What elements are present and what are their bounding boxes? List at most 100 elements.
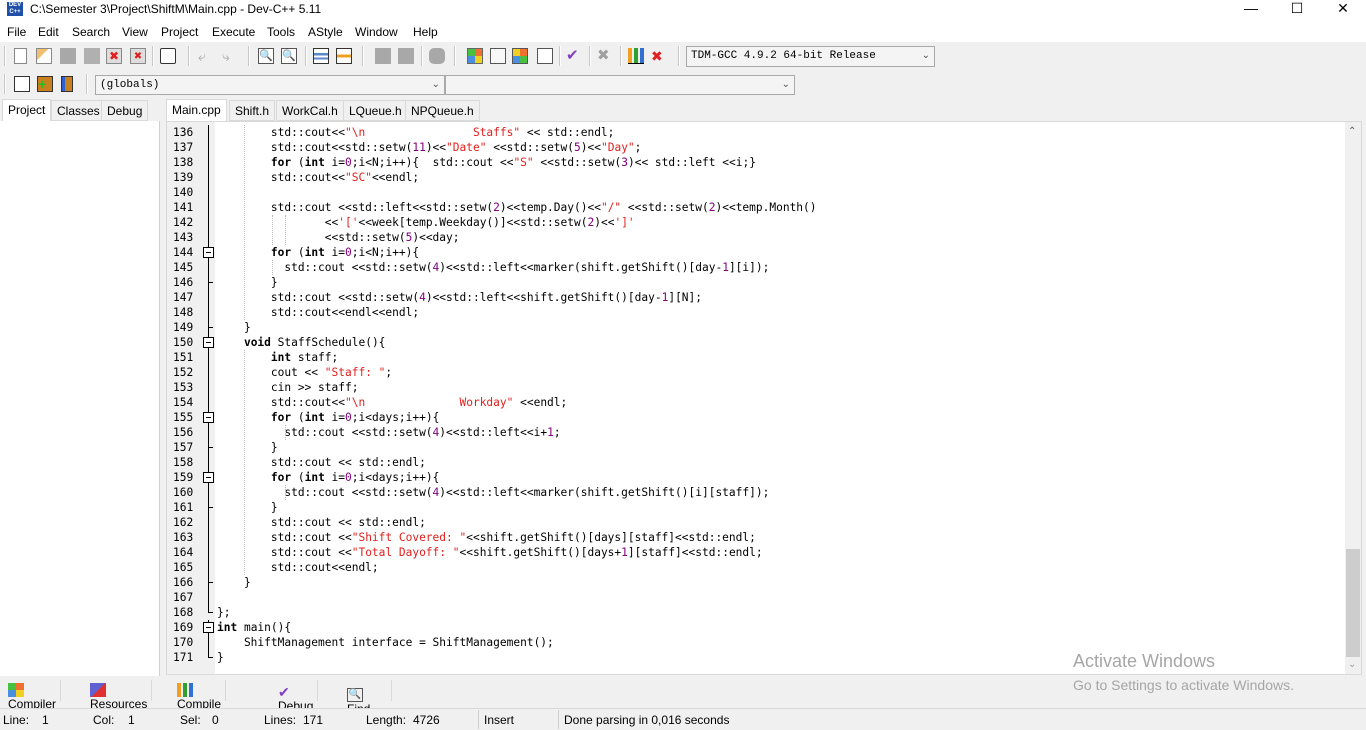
run-icon[interactable] — [490, 48, 506, 64]
scroll-down-icon[interactable]: ⌄ — [1348, 659, 1356, 670]
code-line[interactable]: 164 std::cout <<"Total Dayoff: "<<shift.… — [173, 545, 763, 560]
code-line[interactable]: 148 std::cout<<endl<<endl; — [173, 305, 419, 320]
menu-search[interactable]: Search — [72, 25, 110, 39]
goto-bookmark-icon[interactable] — [398, 48, 414, 64]
abort-icon[interactable]: ✖ — [597, 48, 613, 64]
tab-debug-output[interactable]: ✔Debug — [274, 680, 319, 713]
code-line[interactable]: 169 int main(){ — [173, 620, 291, 635]
undo-icon[interactable]: ⤶ — [198, 48, 214, 64]
menu-edit[interactable]: Edit — [38, 25, 59, 39]
maximize-button[interactable]: ☐ — [1274, 0, 1320, 20]
menu-help[interactable]: Help — [413, 25, 438, 39]
scrollbar-thumb[interactable] — [1346, 549, 1360, 657]
profile-icon[interactable] — [628, 48, 644, 64]
menu-astyle[interactable]: AStyle — [308, 25, 343, 39]
code-line[interactable]: 149 } — [173, 320, 251, 335]
code-line[interactable]: 142 <<'['<<week[temp.Weekday()]<<std::se… — [173, 215, 635, 230]
toggle-bookmark-icon[interactable] — [375, 48, 391, 64]
tab-main-cpp[interactable]: Main.cpp — [166, 99, 227, 122]
menu-project[interactable]: Project — [161, 25, 198, 39]
code-line[interactable]: 159 for (int i=0;i<days;i++){ — [173, 470, 439, 485]
code-editor[interactable]: 136 std::cout<<"\n Staffs" << std::endl;… — [166, 121, 1362, 675]
code-line[interactable]: 141 std::cout <<std::left<<std::setw(2)<… — [173, 200, 817, 215]
code-line[interactable]: 156 std::cout <<std::setw(4)<<std::left<… — [173, 425, 561, 440]
code-line[interactable]: 150 void StaffSchedule(){ — [173, 335, 386, 350]
compiler-select[interactable]: TDM-GCC 4.9.2 64-bit Release ⌄ — [686, 46, 935, 67]
code-line[interactable]: 153 cin >> staff; — [173, 380, 358, 395]
close-button[interactable]: ✕ — [1320, 0, 1366, 20]
tab-project[interactable]: Project — [2, 99, 52, 122]
fold-collapse-icon[interactable] — [203, 472, 214, 483]
member-select[interactable]: ⌄ — [445, 75, 795, 95]
find-icon[interactable]: 🔍 — [258, 48, 274, 64]
code-line[interactable]: 160 std::cout <<std::setw(4)<<std::left<… — [173, 485, 769, 500]
menu-tools[interactable]: Tools — [267, 25, 295, 39]
code-line[interactable]: 170 ShiftManagement interface = ShiftMan… — [173, 635, 554, 650]
code-line[interactable]: 161 } — [173, 500, 278, 515]
tab-workcal-h[interactable]: WorkCal.h — [276, 100, 344, 121]
code-text: void StaffSchedule(){ — [243, 336, 386, 349]
code-line[interactable]: 158 std::cout << std::endl; — [173, 455, 426, 470]
fold-collapse-icon[interactable] — [203, 622, 214, 633]
code-line[interactable]: 136 std::cout<<"\n Staffs" << std::endl; — [173, 125, 614, 140]
tab-find-results[interactable]: 🔍Find Results — [343, 680, 393, 730]
code-line[interactable]: 166 } — [173, 575, 251, 590]
save-all-icon[interactable] — [84, 48, 100, 64]
compile-icon[interactable] — [467, 48, 483, 64]
unindent-icon[interactable] — [336, 48, 352, 64]
print-icon[interactable] — [160, 48, 176, 64]
code-line[interactable]: 138 for (int i=0;i<N;i++){ std::cout <<"… — [173, 155, 756, 170]
code-line[interactable]: 147 std::cout <<std::setw(4)<<std::left<… — [173, 290, 702, 305]
tab-resources[interactable]: Resources — [86, 680, 153, 711]
tab-compiler[interactable]: Compiler — [4, 680, 62, 711]
code-line[interactable]: 168}; — [173, 605, 230, 620]
fold-collapse-icon[interactable] — [203, 412, 214, 423]
code-line[interactable]: 162 std::cout << std::endl; — [173, 515, 426, 530]
new-class-icon[interactable] — [14, 76, 30, 92]
tab-debug[interactable]: Debug — [101, 100, 149, 121]
code-line[interactable]: 146 } — [173, 275, 278, 290]
code-line[interactable]: 171} — [173, 650, 224, 665]
code-line[interactable]: 145 std::cout <<std::setw(4)<<std::left<… — [173, 260, 769, 275]
rebuild-all-icon[interactable] — [537, 48, 553, 64]
code-line[interactable]: 154 std::cout<<"\n Workday" <<endl; — [173, 395, 567, 410]
menu-view[interactable]: View — [122, 25, 148, 39]
code-line[interactable]: 151 int staff; — [173, 350, 338, 365]
indent-icon[interactable] — [313, 48, 329, 64]
code-line[interactable]: 143 <<std::setw(5)<<day; — [173, 230, 460, 245]
scope-select[interactable]: (globals) ⌄ — [95, 75, 445, 95]
delete-profile-icon[interactable]: ✖ — [651, 48, 667, 64]
tab-compile-log[interactable]: Compile Log — [173, 680, 227, 725]
add-to-project-icon[interactable]: + — [37, 76, 53, 92]
syntax-check-icon[interactable]: ✔ — [566, 48, 582, 64]
tab-shift-h[interactable]: Shift.h — [229, 100, 276, 121]
code-line[interactable]: 165 std::cout<<endl; — [173, 560, 379, 575]
code-line[interactable]: 144 for (int i=0;i<N;i++){ — [173, 245, 419, 260]
menu-file[interactable]: File — [7, 25, 26, 39]
redo-icon[interactable]: ⤷ — [222, 48, 238, 64]
tab-classes[interactable]: Classes — [51, 100, 106, 121]
new-file-icon[interactable] — [14, 48, 27, 64]
tab-lqueue-h[interactable]: LQueue.h — [343, 100, 408, 121]
open-file-icon[interactable] — [36, 48, 52, 64]
menu-window[interactable]: Window — [355, 25, 398, 39]
menu-execute[interactable]: Execute — [212, 25, 255, 39]
fold-collapse-icon[interactable] — [203, 337, 214, 348]
replace-icon[interactable]: 🔍 — [281, 48, 297, 64]
remove-from-project-icon[interactable] — [61, 76, 73, 92]
code-line[interactable]: 139 std::cout<<"SC"<<endl; — [173, 170, 419, 185]
close-file-icon[interactable]: ✖ — [106, 48, 122, 64]
code-line[interactable]: 157 } — [173, 440, 278, 455]
goto-line-icon[interactable] — [429, 48, 445, 64]
compile-run-icon[interactable] — [512, 48, 528, 64]
code-line[interactable]: 163 std::cout <<"Shift Covered: "<<shift… — [173, 530, 756, 545]
fold-collapse-icon[interactable] — [203, 247, 214, 258]
vertical-scrollbar[interactable]: ⌃ ⌄ — [1345, 122, 1361, 674]
minimize-button[interactable]: — — [1228, 0, 1274, 20]
code-line[interactable]: 155 for (int i=0;i<days;i++){ — [173, 410, 439, 425]
code-line[interactable]: 137 std::cout<<std::setw(11)<<"Date" <<s… — [173, 140, 641, 155]
scroll-up-icon[interactable]: ⌃ — [1348, 126, 1356, 137]
tab-npqueue-h[interactable]: NPQueue.h — [405, 100, 480, 121]
save-icon[interactable] — [60, 48, 76, 64]
close-all-icon[interactable]: ✖ — [130, 48, 146, 64]
